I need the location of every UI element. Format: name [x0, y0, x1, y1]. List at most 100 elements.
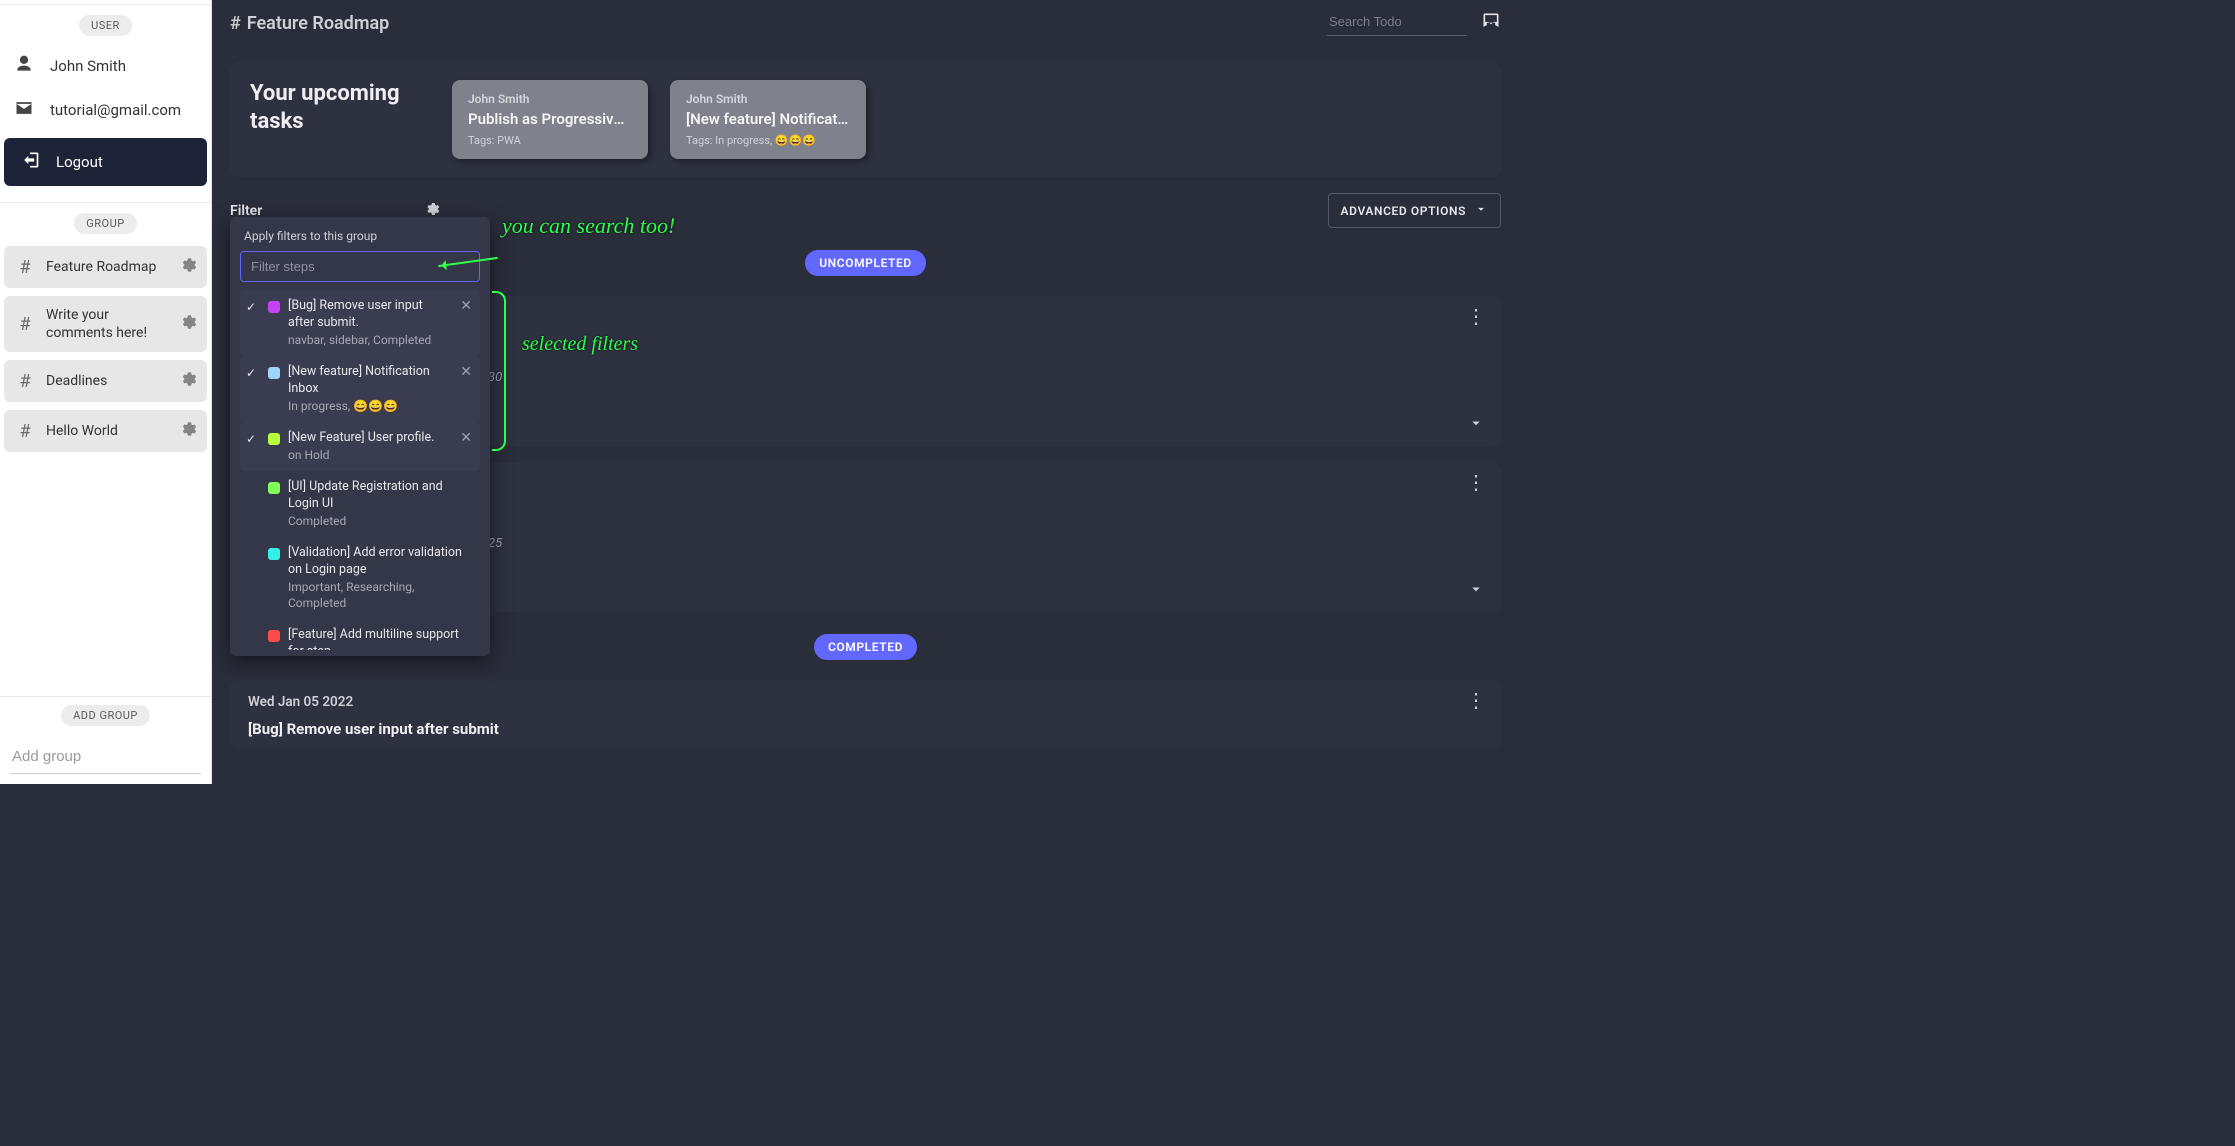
filter-item-title: [Feature] Add multiline support for step [288, 627, 474, 650]
close-icon[interactable]: ✕ [458, 298, 474, 314]
kebab-icon[interactable]: ⋮ [1466, 306, 1487, 326]
chevron-down-icon [1474, 202, 1488, 219]
profile-name-row: John Smith [0, 44, 211, 88]
list-hint: 30 [488, 370, 1483, 385]
filter-list[interactable]: ✓ [Bug] Remove user input after submit. … [240, 290, 480, 650]
gear-icon[interactable] [179, 313, 197, 335]
filter-item-title: [New Feature] User profile. [288, 430, 450, 447]
filter-item-sub: on Hold [288, 447, 450, 463]
list-title: [Bug] Remove user input after submit [248, 720, 1483, 738]
advanced-options-button[interactable]: ADVANCED OPTIONS [1328, 193, 1501, 228]
task-title: Publish as Progressive … [468, 110, 632, 128]
profile-email: tutorial@gmail.com [50, 101, 181, 119]
task-title: [New feature] Notificatio… [686, 110, 850, 128]
filter-item-sub: navbar, sidebar, Completed [288, 332, 450, 348]
filter-item-title: [New feature] Notification Inbox [288, 364, 450, 398]
group-item-comments[interactable]: # Write your comments here! [4, 296, 207, 352]
page-title: Feature Roadmap [247, 13, 389, 34]
group-label: Feature Roadmap [46, 258, 169, 276]
filter-item[interactable]: [UI] Update Registration and Login UI Co… [240, 471, 480, 537]
task-owner: John Smith [686, 92, 850, 106]
add-group-input[interactable] [10, 742, 201, 774]
filter-item-title: [Validation] Add error validation on Log… [288, 545, 474, 579]
filter-item[interactable]: [Feature] Add multiline support for step… [240, 619, 480, 650]
close-icon[interactable]: ✕ [458, 430, 474, 446]
filter-item[interactable]: ✓ [New feature] Notification Inbox In pr… [240, 356, 480, 422]
advanced-options-label: ADVANCED OPTIONS [1341, 204, 1466, 218]
task-tags: Tags: In progress, 😄😄😄 [686, 134, 850, 147]
sidebar-divider [0, 4, 211, 5]
completed-pill[interactable]: COMPLETED [814, 634, 917, 660]
filter-item[interactable]: ✓ [New Feature] User profile. on Hold ✕ [240, 422, 480, 471]
chevron-down-icon[interactable] [1467, 580, 1485, 602]
group-item-feature-roadmap[interactable]: # Feature Roadmap [4, 246, 207, 288]
filter-row: Filter ADVANCED OPTIONS Apply filters to… [230, 193, 1501, 228]
sidebar-divider [0, 202, 211, 203]
mail-icon [14, 98, 34, 122]
list-date: Wed Jan 05 2022 [248, 694, 1483, 710]
logout-icon [20, 150, 40, 174]
color-swatch [268, 301, 280, 313]
task-owner: John Smith [468, 92, 632, 106]
color-swatch [268, 482, 280, 494]
task-card[interactable]: John Smith Publish as Progressive … Tags… [452, 80, 648, 159]
check-icon: ✓ [246, 300, 260, 314]
group-label: Write your comments here! [46, 306, 169, 342]
hash-icon: # [14, 371, 36, 392]
group-label: Hello World [46, 422, 169, 440]
filter-steps-input[interactable] [240, 251, 480, 282]
check-icon: ✓ [246, 366, 260, 380]
color-swatch [268, 548, 280, 560]
gear-icon[interactable] [179, 420, 197, 442]
color-swatch [268, 367, 280, 379]
check-icon: ✓ [246, 432, 260, 446]
kebab-icon[interactable]: ⋮ [1466, 690, 1487, 710]
hash-icon: # [230, 13, 241, 34]
main: # Feature Roadmap Your upcoming tasks Jo… [212, 0, 1519, 784]
topbar: # Feature Roadmap [212, 0, 1519, 46]
logout-button[interactable]: Logout [4, 138, 207, 186]
upcoming-heading: Your upcoming tasks [250, 80, 430, 135]
hash-icon: # [14, 314, 36, 335]
group-label: Deadlines [46, 372, 169, 390]
uncompleted-pill[interactable]: UNCOMPLETED [805, 250, 926, 276]
hash-icon: # [14, 257, 36, 278]
filter-item-title: [Bug] Remove user input after submit. [288, 298, 450, 332]
chevron-down-icon[interactable] [1467, 414, 1485, 436]
kebab-icon[interactable]: ⋮ [1466, 472, 1487, 492]
group-item-hello-world[interactable]: # Hello World [4, 410, 207, 452]
color-swatch [268, 630, 280, 642]
filter-popover: Apply filters to this group ✓ [Bug] Remo… [230, 217, 490, 656]
color-swatch [268, 433, 280, 445]
filter-popover-title: Apply filters to this group [244, 229, 476, 243]
search-input[interactable] [1327, 10, 1467, 36]
filter-item[interactable]: [Validation] Add error validation on Log… [240, 537, 480, 619]
filter-item-sub: Important, Researching, Completed [288, 579, 474, 611]
add-group-chip[interactable]: ADD GROUP [61, 705, 150, 726]
sidebar: USER John Smith tutorial@gmail.com Logou… [0, 0, 212, 784]
gear-icon[interactable] [179, 370, 197, 392]
close-icon[interactable]: ✕ [458, 364, 474, 380]
group-item-deadlines[interactable]: # Deadlines [4, 360, 207, 402]
task-tags: Tags: PWA [468, 134, 632, 147]
logout-label: Logout [56, 153, 103, 171]
annotation-search-note: you can search too! [502, 213, 675, 239]
gear-icon[interactable] [179, 256, 197, 278]
profile-name: John Smith [50, 57, 126, 75]
list-hint: 25 [488, 536, 1483, 551]
filter-item-sub: Completed [288, 513, 474, 529]
person-icon [14, 54, 34, 78]
filter-item-title: [UI] Update Registration and Login UI [288, 479, 474, 513]
filter-item[interactable]: ✓ [Bug] Remove user input after submit. … [240, 290, 480, 356]
profile-email-row: tutorial@gmail.com [0, 88, 211, 132]
sidebar-divider [0, 696, 211, 697]
list-card: ⋮ Wed Jan 05 2022 [Bug] Remove user inpu… [230, 680, 1501, 748]
inbox-icon[interactable] [1481, 11, 1501, 36]
group-section-chip: GROUP [74, 213, 136, 234]
upcoming-panel: Your upcoming tasks John Smith Publish a… [230, 62, 1501, 177]
user-section-chip: USER [79, 15, 132, 36]
filter-item-sub: In progress, 😄😄😄 [288, 398, 450, 414]
task-card[interactable]: John Smith [New feature] Notificatio… Ta… [670, 80, 866, 159]
hash-icon: # [14, 421, 36, 442]
content: Your upcoming tasks John Smith Publish a… [212, 46, 1519, 784]
